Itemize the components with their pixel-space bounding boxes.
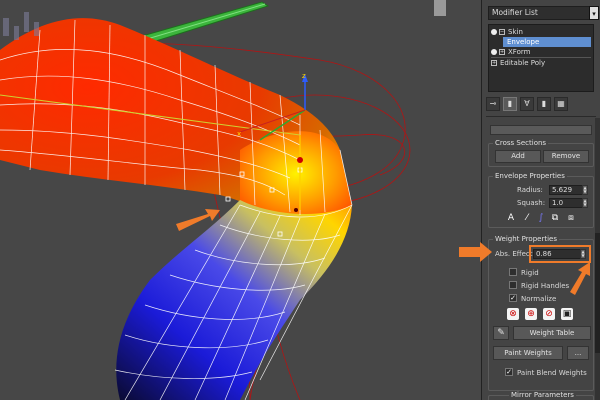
paint-blend-weights-checkbox[interactable]: ✓ [505, 368, 513, 376]
include-verts-icon[interactable]: ⊕ [525, 308, 537, 320]
normalize-checkbox[interactable]: ✓ [509, 294, 517, 302]
pin-stack-icon[interactable]: ⊸ [486, 97, 500, 111]
weight-table-button[interactable]: Weight Table [513, 326, 591, 340]
remove-modifier-icon[interactable]: ▮ [537, 97, 551, 111]
squash-value: 1.0 [552, 199, 564, 207]
configure-modifier-sets-icon[interactable]: ▦ [554, 97, 568, 111]
rigid-handles-label: Rigid Handles [521, 282, 570, 290]
normalize-label: Normalize [521, 295, 557, 303]
stack-item-xform[interactable]: + XForm [491, 47, 591, 57]
lightbulb-icon[interactable] [491, 29, 497, 35]
rigid-checkbox[interactable] [509, 268, 517, 276]
stack-item-label: Editable Poly [500, 58, 546, 67]
absolute-relative-icon[interactable]: A [505, 212, 517, 224]
stack-item-label: Envelope [507, 38, 540, 46]
modifier-list-label: Modifier List [492, 8, 538, 17]
viewcube-icon[interactable] [434, 0, 446, 16]
make-unique-icon[interactable]: ∀ [520, 97, 534, 111]
paste-envelope-icon[interactable]: ⧈ [565, 212, 577, 224]
radius-spinner[interactable]: 5.629 ▲ ▼ [549, 185, 588, 195]
exclude-verts-icon[interactable]: ⊗ [507, 308, 519, 320]
bake-weights-icon[interactable]: ▣ [561, 308, 573, 320]
stack-item-envelope[interactable]: Envelope [503, 37, 591, 47]
paint-weights-button[interactable]: Paint Weights [493, 346, 563, 360]
paint-blend-weights-label: Paint Blend Weights [517, 369, 587, 377]
spinner-arrows-icon[interactable]: ▲ ▼ [582, 185, 588, 195]
expand-icon[interactable]: + [499, 49, 505, 55]
modifier-stack[interactable]: − Skin Envelope + XForm + Editable Poly [488, 24, 594, 92]
viewport[interactable]: z x [0, 0, 481, 400]
envelope-properties-rollout: Envelope Properties Radius: 5.629 ▲ ▼ Squ… [488, 172, 594, 228]
rigid-handles-checkbox[interactable] [509, 281, 517, 289]
stack-item-editable-poly[interactable]: + Editable Poly [491, 57, 591, 67]
cross-sections-rollout: Cross Sections Add Remove [488, 139, 594, 167]
show-end-result-icon[interactable]: ▮ [503, 97, 517, 111]
remove-button[interactable]: Remove [543, 150, 589, 163]
mirror-parameters-title: Mirror Parameters [509, 391, 576, 399]
svg-text:z: z [302, 72, 306, 80]
falloff-icon[interactable]: ∫ [535, 212, 547, 224]
select-excluded-icon[interactable]: ⊘ [543, 308, 555, 320]
weight-properties-title: Weight Properties [493, 235, 559, 243]
rollouts: Cross Sections Add Remove Envelope Prope… [488, 117, 594, 400]
chevron-down-icon[interactable]: ▾ [589, 6, 599, 20]
rigid-label: Rigid [521, 269, 539, 277]
paint-options-button[interactable]: ... [567, 346, 589, 360]
add-button[interactable]: Add [495, 150, 541, 163]
panel-scrollbar[interactable] [595, 118, 600, 400]
viewport-scene: z x [0, 0, 481, 400]
abs-effect-highlight [529, 245, 591, 263]
stack-item-label: XForm [508, 48, 531, 56]
stack-item-skin[interactable]: − Skin [491, 27, 591, 37]
envelope-visible-icon[interactable]: ⁄ [521, 212, 533, 224]
lightbulb-icon[interactable] [491, 49, 497, 55]
copy-envelope-icon[interactable]: ⧉ [549, 212, 561, 224]
stack-toolbar: ⊸ ▮ ∀ ▮ ▦ [486, 96, 596, 112]
expand-icon[interactable]: + [491, 59, 497, 66]
cross-sections-title: Cross Sections [493, 139, 549, 147]
squash-spinner[interactable]: 1.0 ▲ ▼ [549, 198, 588, 208]
stack-item-label: Skin [508, 28, 523, 36]
radius-label: Radius: [517, 186, 543, 194]
squash-label: Squash: [517, 199, 546, 207]
mirror-parameters-rollout[interactable]: Mirror Parameters [488, 391, 594, 400]
weight-properties-rollout: Weight Properties Abs. Effect: 0.86 ▲ ▼ R… [488, 235, 594, 391]
modifier-list-dropdown[interactable]: Modifier List ▾ [488, 6, 599, 20]
rollout-collapsed-bar[interactable] [490, 125, 592, 135]
envelope-properties-title: Envelope Properties [493, 172, 567, 180]
wrench-icon[interactable]: ✎ [493, 326, 509, 340]
svg-text:x: x [237, 130, 241, 138]
spinner-arrows-icon[interactable]: ▲ ▼ [582, 198, 588, 208]
radius-value: 5.629 [552, 186, 573, 194]
expand-icon[interactable]: − [499, 29, 505, 35]
scrollbar-thumb[interactable] [595, 233, 600, 353]
